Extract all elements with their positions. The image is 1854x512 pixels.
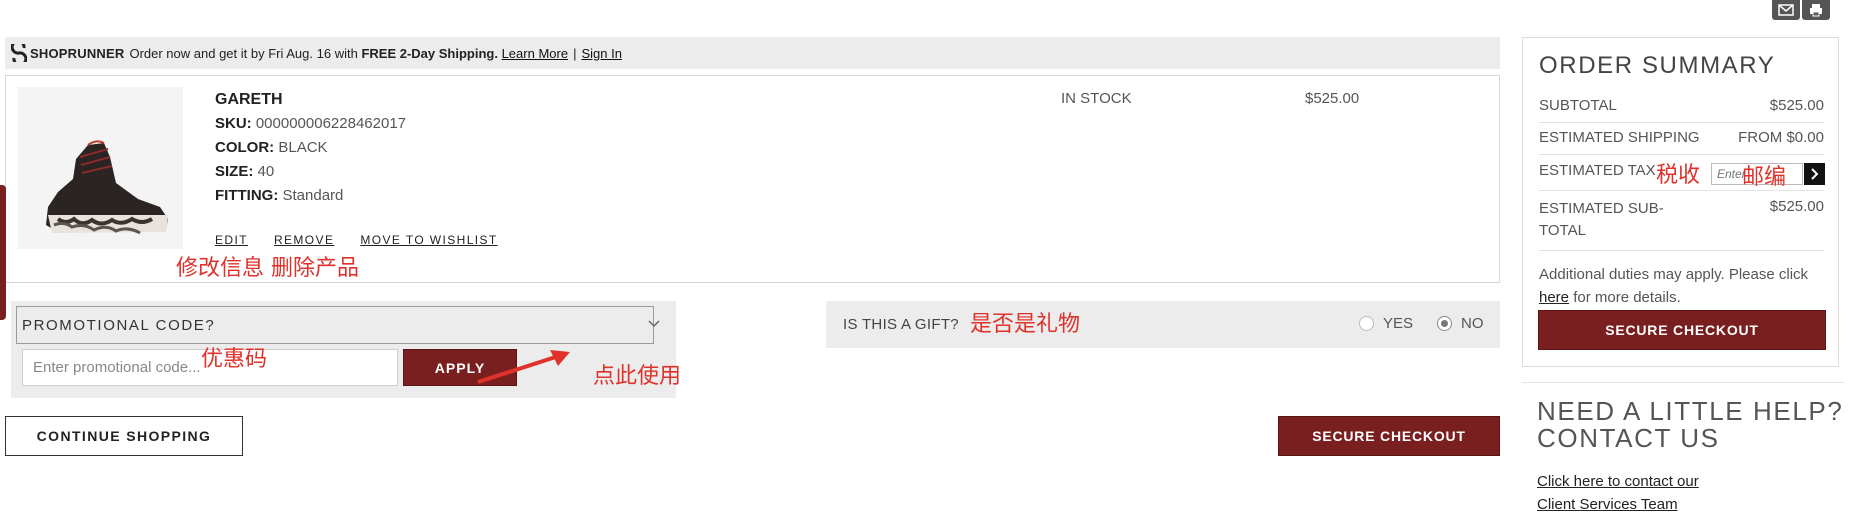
gift-question: IS THIS A GIFT? [843,316,959,333]
product-size: SIZE: 40 [215,163,274,180]
summary-divider [1539,250,1824,251]
annotation-tax: 税收 [1656,163,1701,188]
top-utility-icons [1772,0,1830,20]
sneaker-image [46,140,168,235]
shoprunner-brand: SHOPRUNNER [30,45,125,61]
summary-secure-checkout-button[interactable]: SECURE CHECKOUT [1538,310,1826,350]
gift-yes-label[interactable]: YES [1383,315,1413,332]
stock-status: IN STOCK [1061,90,1132,107]
banner-separator: | [573,45,577,61]
promo-code-toggle[interactable]: PROMOTIONAL CODE? [16,306,654,344]
banner-highlight: FREE 2-Day Shipping. [361,45,498,61]
chevron-down-icon[interactable] [648,315,660,331]
help-divider [1522,382,1844,383]
product-name[interactable]: GARETH [215,91,283,109]
move-to-wishlist-link[interactable]: MOVE TO WISHLIST [360,233,497,247]
print-icon[interactable] [1802,0,1830,20]
summary-divider [1539,122,1824,123]
sku-label: SKU: [215,115,252,132]
learn-more-link[interactable]: Learn More [502,46,568,61]
annotation-zip: 邮编 [1742,165,1787,190]
subtotal-value: $525.00 [1769,97,1824,114]
gift-yes-radio[interactable] [1359,316,1374,331]
secure-checkout-button[interactable]: SECURE CHECKOUT [1278,416,1500,456]
color-value: BLACK [278,139,328,156]
shipping-row: ESTIMATED SHIPPING FROM $0.00 [1539,129,1824,146]
estimated-subtotal-label: ESTIMATED SUB-TOTAL [1539,200,1664,239]
fitting-label: FITTING: [215,187,279,204]
shoprunner-banner: SHOPRUNNER Order now and get it by Fri A… [5,37,1500,69]
edit-link[interactable]: EDIT [215,233,248,247]
gift-no-radio[interactable] [1437,316,1453,331]
help-title: NEED A LITTLE HELP? CONTACT US [1537,396,1844,453]
gift-no-label[interactable]: NO [1461,315,1484,332]
email-icon[interactable] [1772,0,1800,20]
fitting-value: Standard [282,187,344,204]
duties-tail: for more details. [1573,289,1681,306]
duties-text: Additional duties may apply. Please clic… [1539,266,1809,283]
product-image[interactable] [18,87,183,249]
tax-label: ESTIMATED TAX [1539,162,1656,179]
tax-row: ESTIMATED TAX [1539,162,1656,179]
size-label: SIZE: [215,163,254,180]
annotation-promo: 优惠码 [201,347,268,372]
annotation-gift: 是否是礼物 [970,312,1081,337]
shipping-label: ESTIMATED SHIPPING [1539,129,1700,146]
estimated-subtotal-value: $525.00 [1769,198,1824,215]
banner-message: Order now and get it by Fri Aug. 16 with [129,45,358,61]
order-summary: ORDER SUMMARY SUBTOTAL $525.00 ESTIMATED… [1522,37,1839,367]
contact-client-services-link[interactable]: Click here to contact our Client Service… [1537,470,1737,512]
annotation-use-here: 点此使用 [593,364,682,389]
duties-note: Additional duties may apply. Please clic… [1539,263,1829,309]
feedback-side-tab[interactable] [0,185,6,320]
duties-here-link[interactable]: here [1539,289,1569,306]
zip-submit-arrow-icon[interactable] [1804,163,1825,185]
subtotal-row: SUBTOTAL $525.00 [1539,97,1824,114]
item-price: $525.00 [1305,90,1360,107]
summary-divider [1539,154,1824,155]
product-sku: SKU: 000000006228462017 [215,115,406,132]
annotation-arrow-icon [477,350,570,384]
gift-radio-group: YES NO [1359,315,1484,332]
shoprunner-s-icon [11,44,27,62]
continue-shopping-button[interactable]: CONTINUE SHOPPING [5,416,243,456]
remove-link[interactable]: REMOVE [274,233,334,247]
sku-value: 000000006228462017 [255,115,407,132]
subtotal-label: SUBTOTAL [1539,97,1617,114]
size-value: 40 [257,163,275,180]
product-fitting: FITTING: Standard [215,187,343,204]
color-label: COLOR: [215,139,275,156]
sign-in-link[interactable]: Sign In [581,46,621,61]
shipping-value: FROM $0.00 [1738,129,1824,146]
item-actions: EDIT REMOVE MOVE TO WISHLIST [215,233,498,247]
product-color: COLOR: BLACK [215,139,328,156]
order-summary-title: ORDER SUMMARY [1539,52,1776,79]
annotation-edit-remove: 修改信息 删除产品 [176,256,359,281]
shoprunner-logo: SHOPRUNNER [11,44,124,62]
